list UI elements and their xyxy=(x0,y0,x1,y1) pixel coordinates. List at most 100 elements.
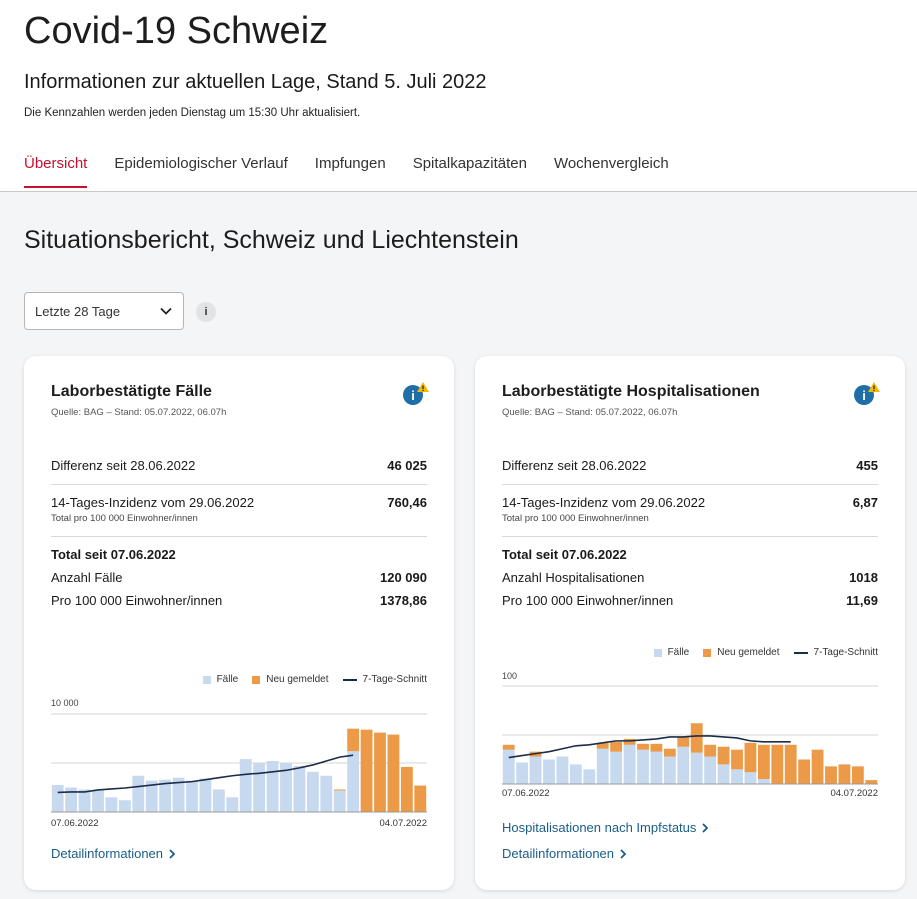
hospitalisations-chart xyxy=(502,685,878,785)
bar-cases xyxy=(677,746,690,784)
card-cases: Laborbestätigte Fälle Quelle: BAG – Stan… xyxy=(24,356,454,890)
metric-diff: Differenz seit 28.06.2022 46 025 xyxy=(51,458,427,473)
metric-sublabel: Total pro 100 000 Einwohner/innen xyxy=(502,513,649,524)
time-range-select[interactable]: Letzte 28 Tage xyxy=(24,292,184,330)
bar-cases xyxy=(623,744,636,784)
legend-new: Neu gemeldet xyxy=(703,647,780,658)
bar-new-reported xyxy=(333,789,346,791)
metric-value: 46 025 xyxy=(387,458,427,473)
card-title: Laborbestätigte Hospitalisationen xyxy=(502,383,760,400)
chart-legend: Fälle Neu gemeldet 7-Tage-Schnitt xyxy=(653,647,878,658)
bar-cases xyxy=(253,763,266,812)
bar-cases xyxy=(333,790,346,812)
info-warning-icon[interactable]: i xyxy=(853,380,881,408)
chevron-right-icon xyxy=(702,822,709,833)
chevron-right-icon xyxy=(169,848,176,859)
bar-new-reported xyxy=(663,748,676,757)
legend-cases: Fälle xyxy=(202,674,238,685)
link-label: Detailinformationen xyxy=(51,846,164,861)
bar-cases xyxy=(556,756,569,784)
card-source: Quelle: BAG – Stand: 05.07.2022, 06.07h xyxy=(502,407,678,418)
vaccination-status-link[interactable]: Hospitalisationen nach Impfstatus xyxy=(502,820,710,835)
card-hospitalisations: Laborbestätigte Hospitalisationen Quelle… xyxy=(475,356,905,890)
bar-cases xyxy=(320,775,333,812)
bar-new-reported xyxy=(374,732,386,812)
metric-value: 1018 xyxy=(849,570,878,585)
bar-cases xyxy=(502,749,515,784)
metric-value: 11,69 xyxy=(846,593,878,608)
bar-new-reported xyxy=(677,736,690,747)
bar-cases xyxy=(583,769,596,784)
page-header: Covid-19 Schweiz Informationen zur aktue… xyxy=(0,0,917,192)
cases-chart xyxy=(51,713,427,813)
metric-value: 1378,86 xyxy=(380,593,427,608)
legend-swatch xyxy=(342,678,357,681)
link-label: Detailinformationen xyxy=(502,846,615,861)
divider xyxy=(502,536,878,537)
bar-cases xyxy=(132,775,145,812)
bar-cases xyxy=(704,756,717,784)
metric-label: Anzahl Fälle xyxy=(51,570,123,585)
divider xyxy=(51,484,427,485)
bar-cases xyxy=(596,748,609,784)
bar-new-reported xyxy=(502,744,515,750)
svg-text:i: i xyxy=(411,388,415,403)
bar-new-reported xyxy=(347,728,360,752)
bar-new-reported xyxy=(400,766,413,812)
metric-count: Anzahl Hospitalisationen 1018 xyxy=(502,570,878,585)
bar-cases xyxy=(717,764,730,784)
update-note: Die Kennzahlen werden jeden Dienstag um … xyxy=(24,107,361,119)
bar-new-reported xyxy=(851,766,864,784)
bar-cases xyxy=(51,785,64,812)
bar-cases xyxy=(212,789,225,812)
bar-cases xyxy=(637,749,649,784)
card-title: Laborbestätigte Fälle xyxy=(51,383,212,400)
bar-cases xyxy=(569,764,582,784)
legend-label: Neu gemeldet xyxy=(266,674,329,685)
bar-cases xyxy=(199,778,212,812)
section-title: Situationsbericht, Schweiz und Liechtens… xyxy=(24,226,519,254)
detail-link[interactable]: Detailinformationen xyxy=(502,846,628,861)
metric-label: Differenz seit 28.06.2022 xyxy=(502,458,647,473)
metric-label: Differenz seit 28.06.2022 xyxy=(51,458,196,473)
bar-cases xyxy=(118,800,131,812)
x-end-label: 04.07.2022 xyxy=(379,818,427,829)
bar-new-reported xyxy=(731,749,743,770)
metric-per100k: Pro 100 000 Einwohner/innen 1378,86 xyxy=(51,593,427,608)
metric-label: 14-Tages-Inzidenz vom 29.06.2022 xyxy=(502,495,706,510)
detail-link[interactable]: Detailinformationen xyxy=(51,846,177,861)
bar-new-reported xyxy=(650,743,663,752)
bar-cases xyxy=(78,789,91,812)
chevron-right-icon xyxy=(620,848,627,859)
bar-new-reported xyxy=(704,744,717,757)
bar-cases xyxy=(543,759,555,784)
x-start-label: 07.06.2022 xyxy=(502,788,550,799)
bar-cases xyxy=(239,759,252,812)
info-button[interactable]: i xyxy=(196,302,216,322)
x-end-label: 04.07.2022 xyxy=(830,788,878,799)
legend-avg: 7-Tage-Schnitt xyxy=(793,647,878,658)
tab-epidemiologischer-verlauf[interactable]: Epidemiologischer Verlauf xyxy=(114,155,287,188)
tab-uebersicht[interactable]: Übersicht xyxy=(24,155,88,188)
bar-cases xyxy=(306,771,319,812)
info-warning-icon[interactable]: i xyxy=(402,380,430,408)
bar-cases xyxy=(757,779,770,784)
legend-swatch xyxy=(653,648,662,657)
bar-new-reported xyxy=(825,766,837,784)
bar-new-reported xyxy=(798,759,811,784)
metric-value: 120 090 xyxy=(380,570,427,585)
bar-cases xyxy=(650,751,663,784)
bar-cases xyxy=(266,761,279,812)
metric-label: 14-Tages-Inzidenz vom 29.06.2022 xyxy=(51,495,255,510)
page-title: Covid-19 Schweiz xyxy=(24,10,329,52)
link-label: Hospitalisationen nach Impfstatus xyxy=(502,820,697,835)
metric-incidence: 14-Tages-Inzidenz vom 29.06.2022 6,87 xyxy=(502,495,878,510)
tab-spitalkapazitaeten[interactable]: Spitalkapazitäten xyxy=(413,155,527,188)
metric-label: Pro 100 000 Einwohner/innen xyxy=(51,593,223,608)
metric-per100k: Pro 100 000 Einwohner/innen 11,69 xyxy=(502,593,878,608)
legend-swatch xyxy=(202,675,211,684)
tab-impfungen[interactable]: Impfungen xyxy=(315,155,386,188)
tab-wochenvergleich[interactable]: Wochenvergleich xyxy=(554,155,669,188)
bar-new-reported xyxy=(610,741,623,752)
bar-new-reported xyxy=(771,744,784,784)
